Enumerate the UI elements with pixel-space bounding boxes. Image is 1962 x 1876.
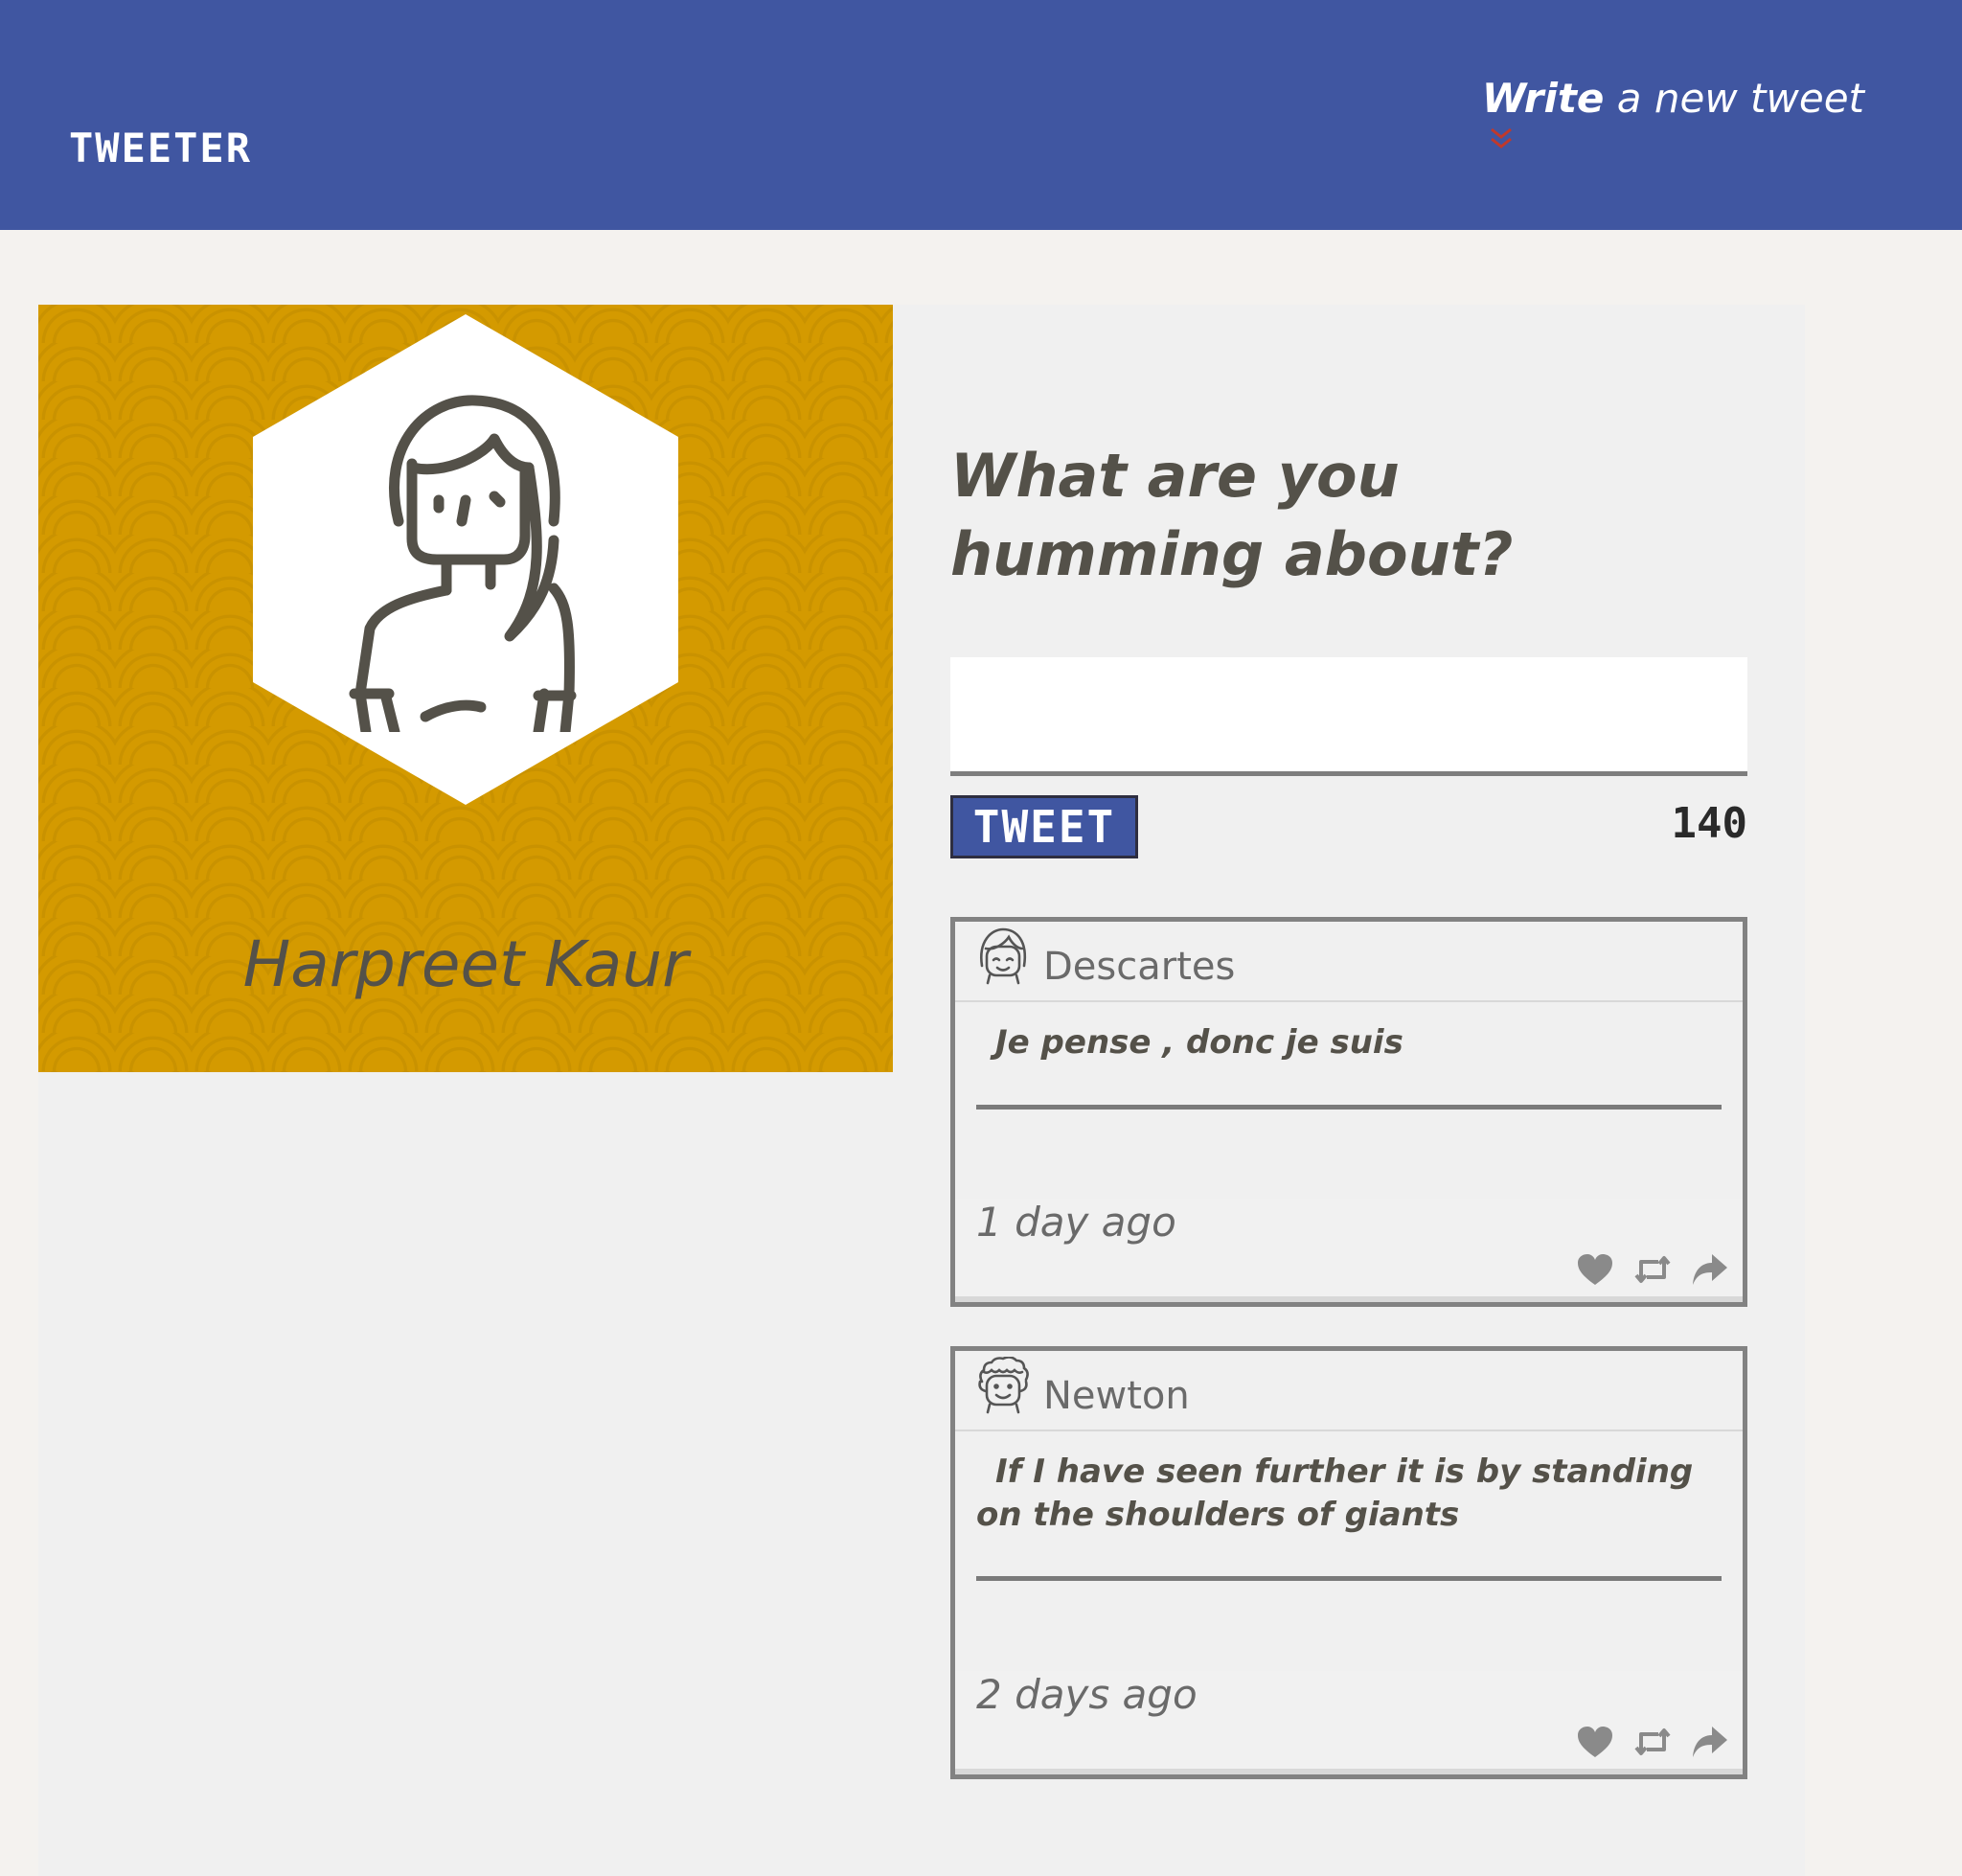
write-label-strong: Write — [1481, 75, 1605, 122]
retweet-icon[interactable] — [1633, 1725, 1672, 1759]
tweet-author: Descartes — [1043, 945, 1236, 989]
tweet-text: Je pense , donc je suis — [995, 1023, 1403, 1062]
tweet-timestamp: 1 day ago — [976, 1199, 1176, 1246]
tweet-body: If I have seen further it is by standing… — [976, 1451, 1722, 1581]
compose-prompt: What are you humming about? — [950, 441, 1514, 589]
tweet-timestamp: 2 days ago — [976, 1671, 1198, 1718]
top-navbar: TWEETER Write a new tweet — [0, 0, 1962, 230]
tweet-textarea[interactable] — [950, 657, 1747, 776]
write-label-rest: a new tweet — [1616, 75, 1864, 122]
tweet-footer: 1 day ago — [955, 1199, 1743, 1302]
tweet-text: If I have seen further it is by standing… — [976, 1453, 1694, 1534]
heart-icon[interactable] — [1576, 1252, 1614, 1287]
double-chevron-down-icon — [1490, 127, 1512, 149]
user-avatar-icon — [349, 395, 577, 732]
tweet-body: Je pense , donc je suis — [976, 1021, 1722, 1110]
tweet-actions — [1576, 1725, 1729, 1759]
heart-icon[interactable] — [1576, 1725, 1614, 1759]
tweet-header: Descartes — [955, 922, 1743, 1002]
write-new-tweet-label: Write a new tweet — [1482, 75, 1864, 122]
brand-logo[interactable]: TWEETER — [69, 125, 252, 172]
author-avatar-icon — [978, 1357, 1029, 1414]
share-icon[interactable] — [1691, 1252, 1729, 1287]
share-icon[interactable] — [1691, 1725, 1729, 1759]
tweet-author: Newton — [1043, 1374, 1190, 1418]
tweet-card: Newton If I have seen further it is by s… — [950, 1346, 1747, 1779]
write-new-tweet-toggle[interactable]: Write a new tweet — [1482, 75, 1864, 152]
retweet-icon[interactable] — [1633, 1252, 1672, 1287]
tweet-card: Descartes Je pense , donc je suis 1 day … — [950, 917, 1747, 1307]
profile-card: Harpreet Kaur — [38, 305, 893, 1072]
tweet-header: Newton — [955, 1351, 1743, 1431]
tweet-submit-button[interactable]: TWEET — [950, 795, 1138, 858]
character-counter: 140 — [1671, 799, 1747, 848]
tweet-footer: 2 days ago — [955, 1671, 1743, 1774]
tweet-actions — [1576, 1252, 1729, 1287]
profile-name: Harpreet Kaur — [242, 927, 689, 1001]
author-avatar-icon — [980, 927, 1027, 985]
